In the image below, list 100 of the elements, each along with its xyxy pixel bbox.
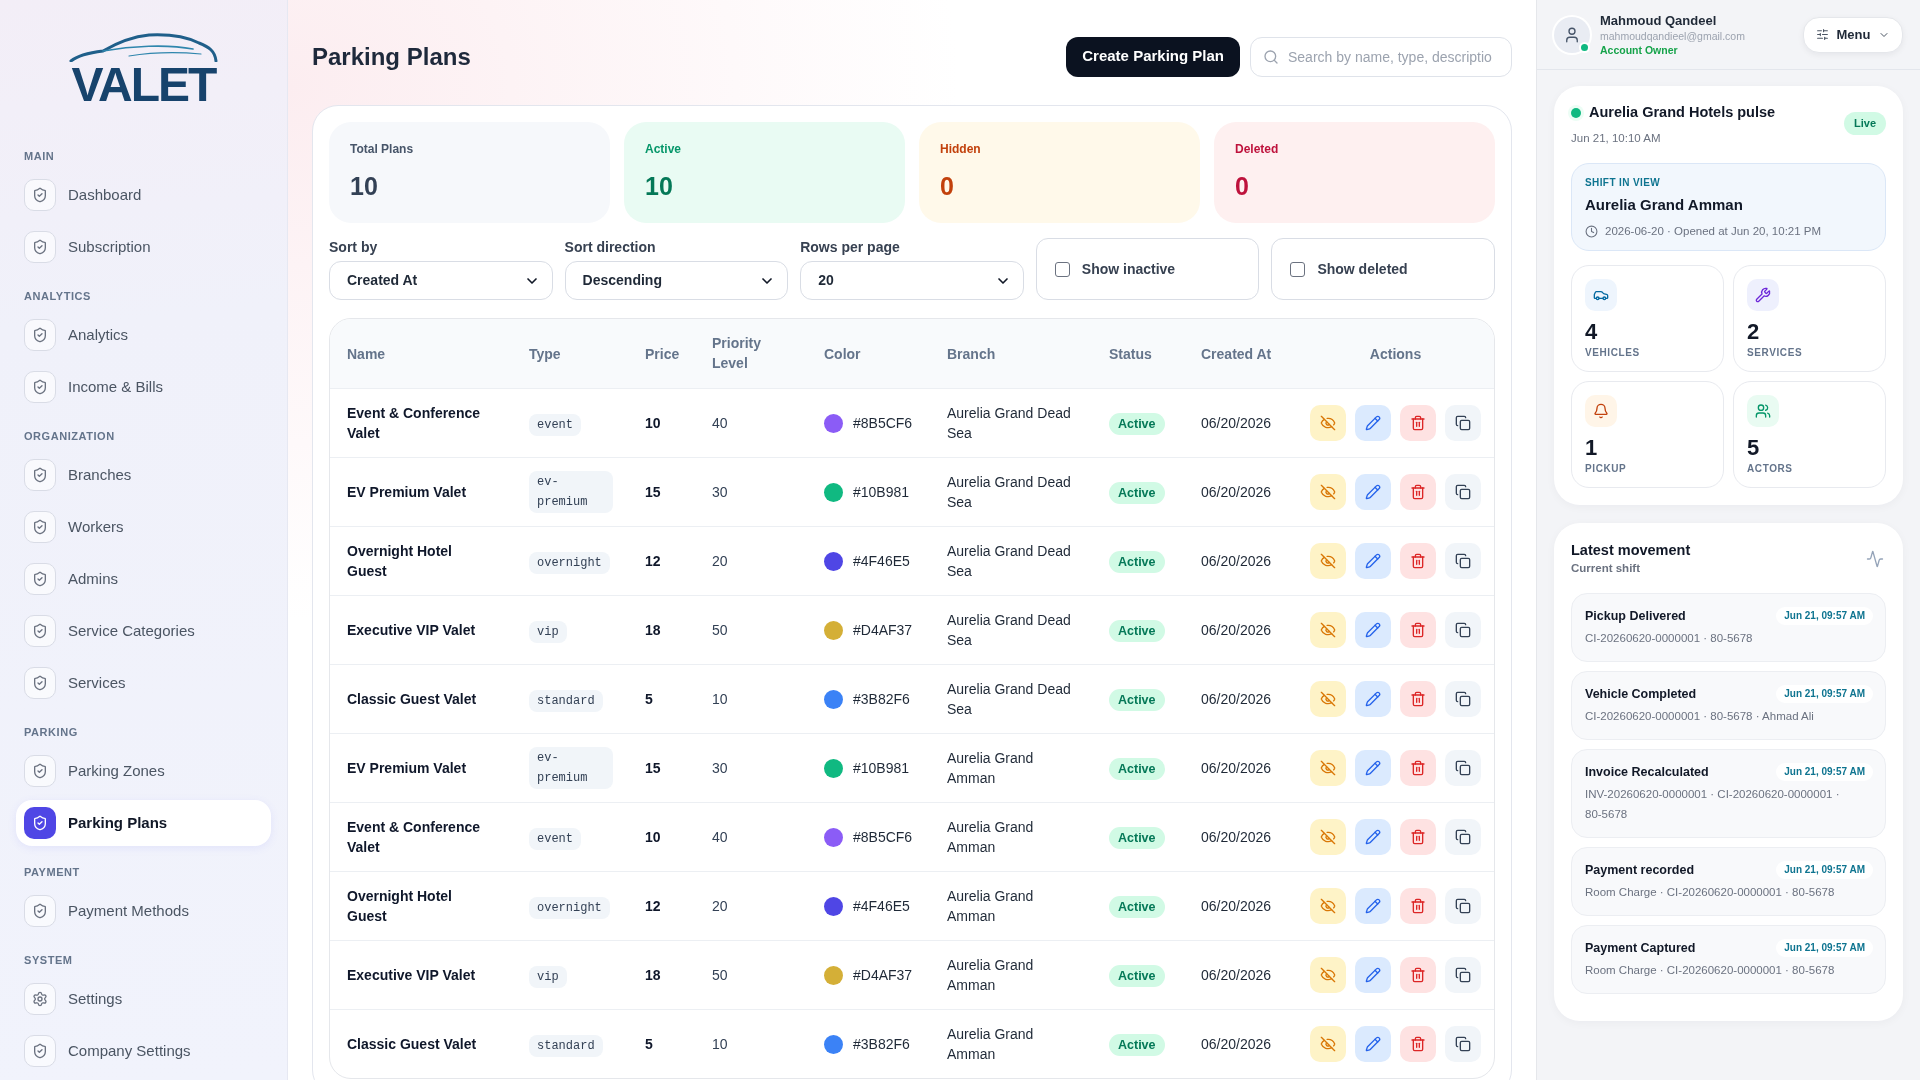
pulse-title: Aurelia Grand Hotels pulse (1589, 103, 1776, 123)
delete-button[interactable] (1400, 1026, 1436, 1062)
sidebar-item[interactable]: Settings (16, 976, 271, 1022)
delete-button[interactable] (1400, 957, 1436, 993)
duplicate-button[interactable] (1445, 888, 1481, 924)
sidebar-item[interactable]: Analytics (16, 312, 271, 358)
duplicate-button[interactable] (1445, 474, 1481, 510)
duplicate-button[interactable] (1445, 543, 1481, 579)
sidebar-item[interactable]: Subscription (16, 224, 271, 270)
edit-button[interactable] (1355, 681, 1391, 717)
hide-button[interactable] (1310, 750, 1346, 786)
sidebar-item[interactable]: Company Settings (16, 1028, 271, 1074)
copy-icon (1455, 691, 1471, 707)
plan-name: Event & Conference Valet (347, 404, 482, 443)
hide-button[interactable] (1310, 612, 1346, 648)
branch-text: Aurelia Grand Dead Sea (947, 680, 1072, 719)
pencil-icon (1365, 760, 1381, 776)
type-tag: vip (529, 620, 567, 643)
hide-button[interactable] (1310, 819, 1346, 855)
dropdown-field[interactable]: Created At (329, 261, 553, 300)
avatar-icon (1554, 16, 1590, 53)
car-icon (1585, 279, 1617, 311)
delete-button[interactable] (1400, 405, 1436, 441)
sidebar-item[interactable]: Income & Bills (16, 364, 271, 410)
edit-button[interactable] (1355, 543, 1391, 579)
sidebar-item[interactable]: Parking Zones (16, 748, 271, 794)
date-text: 06/20/2026 (1201, 898, 1272, 914)
edit-button[interactable] (1355, 612, 1391, 648)
branch-text: Aurelia Grand Dead Sea (947, 473, 1072, 512)
dropdown-field[interactable]: Descending (564, 261, 789, 300)
price-text: 15 (645, 760, 661, 776)
sidebar-item[interactable]: Dashboard (16, 172, 271, 218)
status-tag: Active (1109, 965, 1165, 987)
color-code-text: #8B5CF6 (853, 413, 913, 433)
pulse-time: Jun 21, 10:10 AM (1571, 131, 1661, 146)
hide-button[interactable] (1310, 957, 1346, 993)
delete-button[interactable] (1400, 474, 1436, 510)
checkbox[interactable] (1290, 261, 1306, 277)
trash-icon (1410, 760, 1426, 776)
duplicate-button[interactable] (1445, 819, 1481, 855)
delete-button[interactable] (1400, 750, 1436, 786)
branch-text: Aurelia Grand Dead Sea (947, 611, 1072, 650)
delete-button[interactable] (1400, 888, 1436, 924)
hide-button[interactable] (1310, 888, 1346, 924)
delete-button[interactable] (1400, 543, 1436, 579)
menu-button[interactable]: Menu (1803, 16, 1903, 53)
sidebar-item[interactable]: Parking Plans (16, 800, 271, 846)
sidebar-item[interactable]: Workers (16, 504, 271, 550)
duplicate-button[interactable] (1445, 405, 1481, 441)
dropdown-field[interactable]: 20 (800, 261, 1024, 300)
movement-details: Room Charge · CI-20260620-0000001 · 80-5678 (1585, 963, 1835, 978)
hide-button[interactable] (1310, 681, 1346, 717)
hide-button[interactable] (1310, 405, 1346, 441)
priority-text: 20 (712, 553, 728, 569)
sidebar-item[interactable]: Services (16, 660, 271, 706)
column-header: Status (1109, 344, 1152, 364)
edit-button[interactable] (1355, 819, 1391, 855)
duplicate-button[interactable] (1445, 957, 1481, 993)
edit-button[interactable] (1355, 1026, 1391, 1062)
date-text: 06/20/2026 (1201, 415, 1272, 431)
price-text: 18 (645, 622, 661, 638)
hide-button[interactable] (1310, 1026, 1346, 1062)
price-text: 5 (645, 691, 653, 707)
color-code-text: #D4AF37 (853, 965, 913, 985)
price-text: 5 (645, 1036, 653, 1052)
search-field[interactable]: Search by name, type, descriptio (1250, 36, 1512, 77)
sidebar-item[interactable]: Branches (16, 452, 271, 498)
checkbox[interactable] (1054, 261, 1070, 277)
duplicate-button[interactable] (1445, 612, 1481, 648)
duplicate-button[interactable] (1445, 1026, 1481, 1062)
sidebar-item[interactable]: Service Categories (16, 608, 271, 654)
edit-button[interactable] (1355, 474, 1391, 510)
duplicate-button[interactable] (1445, 750, 1481, 786)
shield-check-icon (24, 231, 56, 263)
edit-button[interactable] (1355, 888, 1391, 924)
checkbox-option[interactable]: Show inactive (1035, 238, 1260, 300)
shield-check-icon (24, 667, 56, 699)
create-button[interactable]: Create Parking Plan (1066, 36, 1240, 77)
plan-name: Overnight Hotel Guest (347, 887, 453, 926)
edit-button[interactable] (1355, 750, 1391, 786)
priority-text: 20 (712, 898, 728, 914)
price-text: 10 (645, 415, 661, 431)
delete-button[interactable] (1400, 681, 1436, 717)
status-tag: Active (1109, 482, 1165, 504)
copy-icon (1455, 553, 1471, 569)
delete-button[interactable] (1400, 819, 1436, 855)
sidebar-item[interactable]: Admins (16, 556, 271, 602)
checkbox-option[interactable]: Show deleted (1271, 238, 1495, 300)
metric-label: PICKUP (1585, 462, 1627, 476)
delete-button[interactable] (1400, 612, 1436, 648)
hide-button[interactable] (1310, 543, 1346, 579)
metric-label: ACTORS (1747, 462, 1793, 476)
duplicate-button[interactable] (1445, 681, 1481, 717)
stat-value: 10 (645, 171, 673, 201)
edit-button[interactable] (1355, 957, 1391, 993)
hide-button[interactable] (1310, 474, 1346, 510)
trash-icon (1410, 1036, 1426, 1052)
branch-text: Aurelia Grand Amman (947, 1025, 1035, 1064)
edit-button[interactable] (1355, 405, 1391, 441)
sidebar-item[interactable]: Payment Methods (16, 888, 271, 934)
